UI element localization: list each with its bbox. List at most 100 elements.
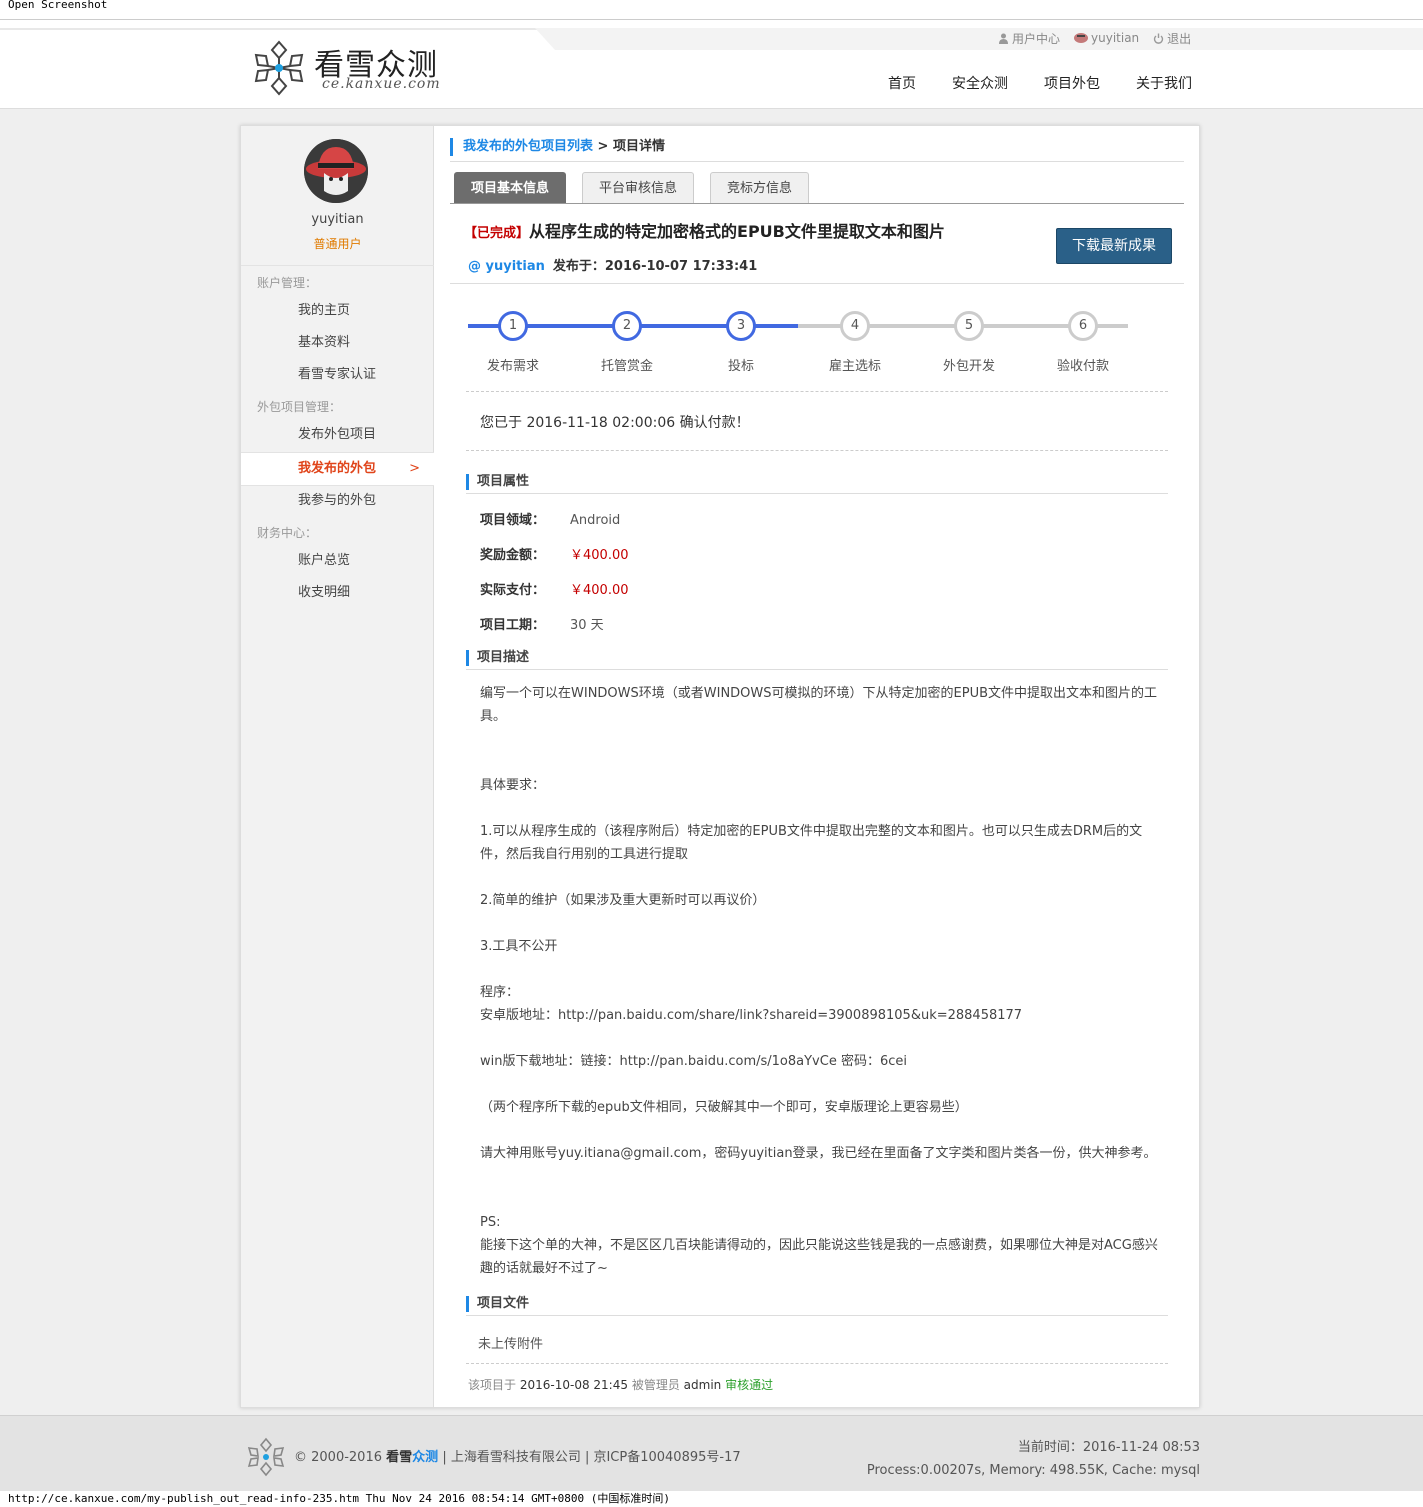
sidebar-item-my-published-label: 我发布的外包 [298,461,377,476]
attr-duration: 项目工期： 30 天 [480,614,604,633]
desc-paragraph: PS: 能接下这个单的大神，不是区区几百块能请得动的，因此只能说这些钱是我的一点… [480,1215,1158,1276]
footer-copyright: © 2000-2016 看雪众测 | 上海看雪科技有限公司 | 京ICP备100… [294,1446,741,1465]
sidebar-item-my-joined[interactable]: 我参与的外包 [241,485,434,517]
status-badge: 【已完成】 [464,226,530,241]
step-4-label: 雇主选标 [828,359,881,374]
attr-field: 项目领域： Android [480,509,620,528]
section-description-title: 项目描述 [466,650,529,666]
username-link[interactable]: yuyitian [1074,31,1139,45]
tab-bidders[interactable]: 竞标方信息 [710,172,810,203]
logout-link[interactable]: 退出 [1153,30,1191,47]
section-files: 项目文件 [466,1296,1168,1316]
desc-paragraph: 具体要求： [480,778,546,793]
attr-paid-label: 实际支付： [480,583,546,598]
tab-basic-info[interactable]: 项目基本信息 [454,172,567,203]
title-divider [450,283,1184,284]
person-icon [999,33,1008,44]
audit-result: 审核通过 [725,1378,774,1392]
sidebar-category-outsource: 外包项目管理： [257,400,342,414]
header-shelf [535,28,1423,50]
logo-domain: ce.kanxue.com [322,76,441,92]
user-nav: 用户中心 yuyitian 退出 [998,30,1191,46]
publisher-link[interactable]: @ yuyitian [468,259,545,274]
desc-paragraph: 程序： 安卓版地址：http://pan.baidu.com/share/lin… [480,985,1023,1023]
footer-stats: Process:0.00207s, Memory: 498.55K, Cache… [866,1463,1200,1478]
snowflake-logo-icon [254,40,304,96]
audit-date: 2016-10-08 21:45 [519,1378,628,1392]
nav-security-test[interactable]: 安全众测 [934,73,1026,93]
no-attachment-text: 未上传附件 [478,1337,544,1352]
sidebar: yuyitian 普通用户 账户管理： 我的主页 基本资料 看雪专家认证 外包项… [241,126,434,1407]
breadcrumb: 我发布的外包项目列表 > 项目详情 [450,138,665,156]
breadcrumb-current: 项目详情 [612,139,665,154]
step-2-circle: 2 [612,311,642,341]
tab-divider [450,203,1184,204]
step-4-circle: 4 [840,311,870,341]
avatar[interactable] [304,139,368,203]
step-1-label: 发布需求 [486,359,539,374]
attr-reward-label: 奖励金额： [480,548,546,563]
main-nav: 首页 安全众测 项目外包 关于我们 [870,73,1210,93]
section-attributes-title: 项目属性 [466,474,529,490]
site-logo[interactable]: 看雪众测 ce.kanxue.com [248,38,458,98]
sidebar-role: 普通用户 [313,237,362,251]
sidebar-username: yuyitian [311,212,364,227]
audit-by: 被管理员 [631,1378,680,1392]
step-6-label: 验收付款 [1056,359,1109,374]
sidebar-item-overview[interactable]: 账户总览 [241,545,434,577]
audit-prefix: 该项目于 [468,1378,517,1392]
tab-platform-review[interactable]: 平台审核信息 [582,172,695,203]
audit-admin: admin [683,1378,722,1392]
section-description: 项目描述 [466,650,1168,670]
progress-steps: 1 发布需求 2 托管赏金 3 投标 4 雇主选标 5 外包开发 6 验收付款 [468,311,1168,381]
sidebar-item-my-published[interactable]: 我发布的外包 > [241,452,434,486]
desc-paragraph: 编写一个可以在WINDOWS环境（或者WINDOWS可模拟的环境）下从特定加密的… [480,686,1158,724]
avatar-image-icon [304,139,368,203]
project-title-text: 从程序生成的特定加密格式的EPUB文件里提取文本和图片 [529,222,945,241]
username-label: yuyitian [1091,31,1140,45]
sidebar-item-detail[interactable]: 收支明细 [241,577,434,609]
page-panel: yuyitian 普通用户 账户管理： 我的主页 基本资料 看雪专家认证 外包项… [240,125,1200,1408]
attr-field-label: 项目领域： [480,513,546,528]
step-3-circle: 3 [726,311,756,341]
power-icon [1153,33,1164,44]
sidebar-item-home[interactable]: 我的主页 [241,295,434,327]
attr-duration-label: 项目工期： [480,618,546,633]
breadcrumb-list-link[interactable]: 我发布的外包项目列表 [463,139,593,154]
payment-notice: 您已于 2016-11-18 02:00:06 确认付款！ [480,415,750,431]
step-5-label: 外包开发 [942,359,995,374]
desc-paragraph: 3.工具不公开 [480,939,558,954]
download-result-button[interactable]: 下载最新成果 [1056,228,1172,264]
logout-label: 退出 [1167,31,1192,46]
browser-status-url: http://ce.kanxue.com/my-publish_out_read… [0,1491,1423,1507]
nav-outsource[interactable]: 项目外包 [1026,73,1118,93]
project-description: 编写一个可以在WINDOWS环境（或者WINDOWS可模拟的环境）下从特定加密的… [480,682,1160,1280]
breadcrumb-divider [450,161,1184,162]
tab-bar: 项目基本信息 平台审核信息 竞标方信息 [454,172,810,203]
project-title: 【已完成】从程序生成的特定加密格式的EPUB文件里提取文本和图片 [464,218,945,242]
attr-paid: 实际支付： ￥400.00 [480,579,629,598]
sidebar-category-account: 账户管理： [257,276,318,290]
steps-divider [466,391,1168,392]
desc-paragraph: 1.可以从程序生成的（该程序附后）特定加密的EPUB文件中提取出完整的文本和图片… [480,824,1143,862]
nav-about[interactable]: 关于我们 [1118,73,1210,93]
audit-info: 该项目于 2016-10-08 21:45 被管理员 admin 审核通过 [468,1376,773,1393]
sidebar-item-profile[interactable]: 基本资料 [241,327,434,359]
attr-duration-value: 30 天 [570,618,604,633]
header-strip [0,28,540,30]
sidebar-item-publish[interactable]: 发布外包项目 [241,419,434,451]
user-avatar-icon [1074,33,1089,43]
nav-home[interactable]: 首页 [870,73,934,93]
attr-reward: 奖励金额： ￥400.00 [480,544,629,563]
footer-brand-b: 众测 [412,1450,439,1465]
footer-company: | 上海看雪科技有限公司 | 京ICP备10040895号-17 [442,1450,741,1465]
user-center-link[interactable]: 用户中心 [998,30,1060,47]
desc-paragraph: （两个程序所下载的epub文件相同，只破解其中一个即可，安卓版理论上更容易些） [480,1100,968,1115]
footer-copyright-year: © 2000-2016 [294,1450,382,1465]
sidebar-item-expert[interactable]: 看雪专家认证 [241,359,434,391]
attr-field-value: Android [570,513,621,528]
attr-paid-value: ￥400.00 [570,583,629,598]
desc-paragraph: 2.简单的维护（如果涉及重大更新时可以再议价） [480,893,766,908]
step-6-circle: 6 [1068,311,1098,341]
footer-brand-a: 看雪 [386,1450,413,1465]
